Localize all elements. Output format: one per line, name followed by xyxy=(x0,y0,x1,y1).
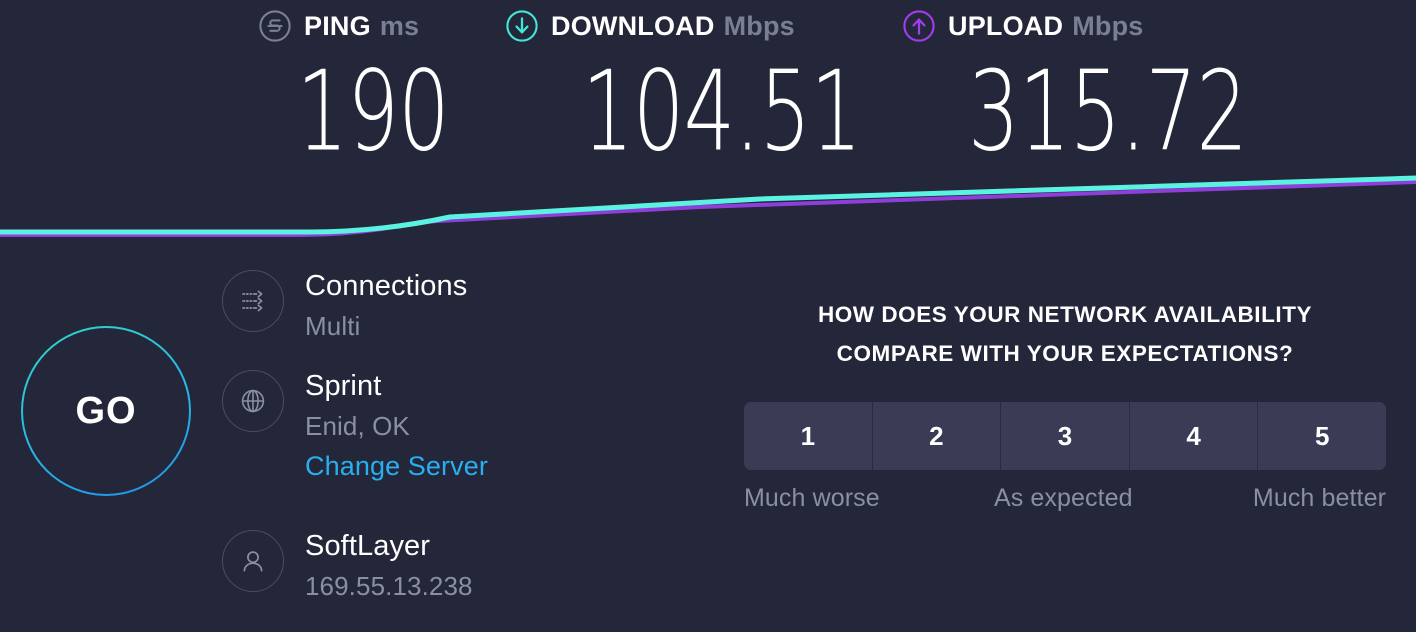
upload-icon xyxy=(902,9,936,43)
person-icon xyxy=(222,530,284,592)
metric-download-header: DOWNLOAD Mbps xyxy=(505,0,855,52)
metric-ping-unit: ms xyxy=(379,10,420,41)
rating-button-1[interactable]: 1 xyxy=(744,402,872,471)
go-button-label: GO xyxy=(75,389,137,432)
rating-label-mid: As expected xyxy=(993,484,1133,513)
globe-icon xyxy=(222,370,284,432)
info-row-isp: SoftLayer 169.55.13.238 xyxy=(222,526,652,626)
metric-upload: UPLOAD Mbps 315.72 xyxy=(902,0,1248,166)
metric-ping: PING ms 190 xyxy=(258,0,450,166)
multi-connections-icon xyxy=(222,270,284,332)
rating-group: 1 2 3 4 5 xyxy=(744,402,1386,471)
metric-download-label: DOWNLOAD xyxy=(551,10,715,41)
metric-download-unit: Mbps xyxy=(723,10,795,41)
metric-upload-value: 315.72 xyxy=(968,46,1248,176)
ping-icon xyxy=(258,9,292,43)
metric-ping-header: PING ms xyxy=(258,0,433,52)
download-icon xyxy=(505,9,539,43)
connections-value: Multi xyxy=(305,311,361,342)
go-button[interactable]: GO xyxy=(21,326,191,496)
metric-download-value: 104.51 xyxy=(582,46,862,176)
network-survey: HOW DOES YOUR NETWORK AVAILABILITY COMPA… xyxy=(744,296,1386,513)
rating-button-5[interactable]: 5 xyxy=(1257,402,1386,471)
rating-label-low: Much worse xyxy=(744,484,880,513)
metric-ping-label: PING xyxy=(304,10,371,41)
isp-text: SoftLayer 169.55.13.238 xyxy=(305,526,652,604)
server-location: Enid, OK xyxy=(305,411,410,442)
rating-button-3[interactable]: 3 xyxy=(1000,402,1129,471)
metric-upload-unit: Mbps xyxy=(1072,10,1144,41)
rating-button-4[interactable]: 4 xyxy=(1128,402,1258,471)
upload-graph-line xyxy=(0,180,1416,237)
survey-question-line-2: COMPARE WITH YOUR EXPECTATIONS? xyxy=(836,340,1294,366)
server-text: Sprint Enid, OK Change Server xyxy=(305,366,652,484)
change-server-link[interactable]: Change Server xyxy=(305,449,488,484)
metric-upload-header: UPLOAD Mbps xyxy=(902,0,1202,52)
connection-info: Connections Multi Sprint Enid, OK Change… xyxy=(222,266,652,626)
survey-question: HOW DOES YOUR NETWORK AVAILABILITY COMPA… xyxy=(744,296,1386,373)
isp-ip-address: 169.55.13.238 xyxy=(305,571,473,602)
rating-button-2[interactable]: 2 xyxy=(871,402,1001,471)
connections-title: Connections xyxy=(305,270,468,302)
metric-ping-value: 190 xyxy=(296,46,450,176)
connections-text: Connections Multi xyxy=(305,266,652,344)
details-panel: GO Connections Multi Sprint Enid, OK Cha… xyxy=(0,258,1416,632)
speed-graph xyxy=(0,160,1416,260)
isp-name: SoftLayer xyxy=(305,530,431,562)
rating-label-high: Much better xyxy=(1252,484,1386,513)
info-row-connections: Connections Multi xyxy=(222,266,652,366)
rating-scale-labels: Much worse As expected Much better xyxy=(744,484,1386,513)
metric-download: DOWNLOAD Mbps 104.51 xyxy=(505,0,862,166)
server-name: Sprint xyxy=(305,370,382,402)
metric-upload-label: UPLOAD xyxy=(948,10,1064,41)
speedtest-result-page: PING ms 190 DOWNLOAD Mbps 104.51 UPLOAD … xyxy=(0,0,1416,632)
results-summary: PING ms 190 DOWNLOAD Mbps 104.51 UPLOAD … xyxy=(0,0,1416,170)
info-row-server: Sprint Enid, OK Change Server xyxy=(222,366,652,526)
survey-question-line-1: HOW DOES YOUR NETWORK AVAILABILITY xyxy=(817,302,1313,327)
